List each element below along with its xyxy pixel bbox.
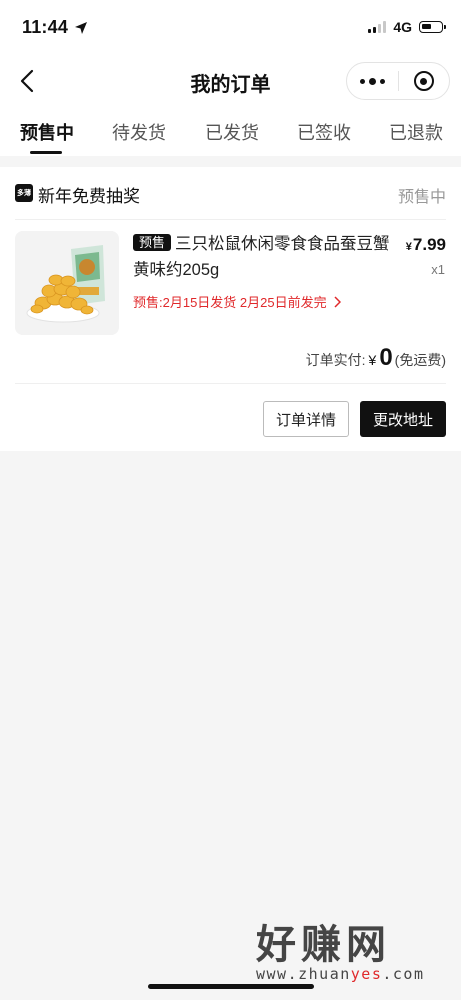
close-miniprogram-button[interactable] [398,63,449,99]
miniprogram-capsule [346,62,450,100]
divider [15,219,446,220]
location-arrow-icon [75,21,88,34]
total-currency: ¥ [368,352,377,368]
shipping-note-text: 预售:2月15日发货 2月25日前发完 [133,295,327,310]
order-detail-button[interactable]: 订单详情 [263,401,349,437]
change-address-button[interactable]: 更改地址 [360,401,446,437]
header-area: 11:44 4G 我的订单 预售中 待发货 已发货 已签收 已退款 [0,0,461,156]
order-status: 预售中 [397,189,446,206]
watermark-url-part: .com [382,965,425,983]
signal-icon [368,21,387,33]
product-name: 三只松鼠休闲零食食品蚕豆蟹黄味约205g [133,235,390,279]
total-label: 订单实付: [305,352,366,368]
product-price: ¥7.99 [406,235,446,255]
battery-icon [419,21,446,33]
network-type: 4G [393,19,412,35]
divider [15,383,446,384]
home-indicator[interactable] [148,984,314,989]
tab-received[interactable]: 已签收 [297,119,351,145]
shipping-fee-note: (免运费) [394,352,446,368]
tab-pending-shipment[interactable]: 待发货 [112,119,166,145]
snack-product-image [15,231,119,335]
shipping-note[interactable]: 预售:2月15日发货 2月25日前发完 [133,292,341,311]
tab-presale[interactable]: 预售中 [20,119,74,145]
chevron-right-icon [334,295,341,308]
clock: 11:44 [22,17,69,37]
order-tabs: 预售中 待发货 已发货 已签收 已退款 [0,119,461,155]
watermark-url: www.zhuanyes.com [256,965,425,983]
target-icon [413,71,434,91]
presale-tag: 预售 [133,234,172,251]
more-options-button[interactable] [347,63,398,99]
watermark-url-highlight: yes [350,965,383,983]
price-value: 7.99 [412,235,446,254]
status-time: 11:44 [22,17,88,38]
watermark-url-part: www.zhuan [256,965,351,983]
active-tab-indicator [30,151,62,154]
total-amount: 0 [379,344,393,371]
order-total: 订单实付: ¥ 0 (免运费) [306,344,446,372]
product-image[interactable] [15,231,119,335]
order-card: 多薄 新年免费抽奖 预售中 预售 三只松鼠休闲零食食品蚕豆蟹黄味约205g ¥7… [0,167,461,451]
tab-shipped[interactable]: 已发货 [205,119,259,145]
product-quantity: x1 [431,262,445,277]
shop-logo: 多薄 [15,184,33,202]
status-indicators: 4G [368,19,446,35]
shop-name[interactable]: 新年免费抽奖 [38,182,140,207]
product-title[interactable]: 预售 三只松鼠休闲零食食品蚕豆蟹黄味约205g [133,231,395,283]
price-currency: ¥ [405,241,412,253]
watermark-text: 好赚网 [256,922,391,968]
tab-refunded[interactable]: 已退款 [389,119,443,145]
